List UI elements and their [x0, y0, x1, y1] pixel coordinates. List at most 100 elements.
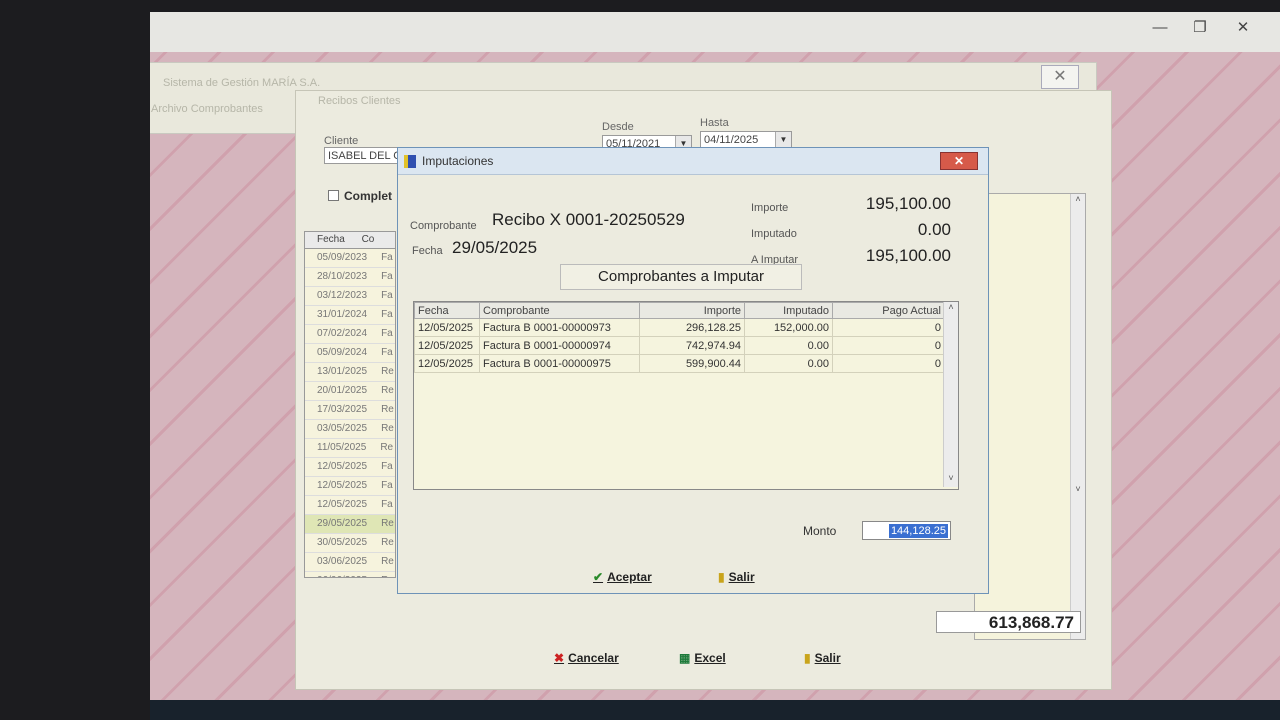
table-row[interactable]: 31/01/2024 Fa — [305, 306, 395, 325]
vertical-scrollbar[interactable]: ˄ ˅ — [1070, 194, 1085, 639]
table-row[interactable]: 30/05/2025 Re — [305, 534, 395, 553]
row-fecha: 12/05/2025 — [317, 499, 368, 510]
app-icon — [404, 155, 416, 168]
row-tipo: Re — [381, 537, 394, 548]
app-close-icon[interactable]: ✕ — [1041, 65, 1079, 89]
restore-icon[interactable]: ❐ — [1185, 18, 1215, 38]
aceptar-button[interactable]: ✔ Aceptar — [593, 570, 652, 584]
hasta-date[interactable]: 04/11/2025 ▼ — [700, 131, 792, 148]
table-row[interactable]: 07/02/2024 Fa — [305, 325, 395, 344]
salir-button[interactable]: ▮ Salir — [804, 651, 841, 665]
row-fecha: 05/09/2023 — [317, 252, 368, 263]
importe-value: 195,100.00 — [865, 194, 951, 213]
scroll-up-icon[interactable]: ˄ — [944, 302, 958, 316]
fecha-label: Fecha — [412, 245, 443, 257]
excel-button[interactable]: ▦ Excel — [679, 651, 726, 665]
importe-label: Importe — [751, 202, 789, 214]
row-tipo: Re — [381, 404, 394, 415]
monto-value: 144,128.25 — [888, 524, 948, 538]
monto-input[interactable]: 144,128.25 — [862, 521, 951, 540]
cell-pago[interactable]: 0 — [832, 318, 945, 337]
col-pago-actual[interactable]: Pago Actual — [832, 302, 945, 319]
table-row[interactable]: 11/05/2025 Re — [305, 439, 395, 458]
imputado-value: 0.00 — [917, 220, 951, 239]
col-imputado[interactable]: Imputado — [744, 302, 833, 319]
imputaciones-dialog: Imputaciones ✕ Comprobante Recibo X 0001… — [397, 147, 989, 594]
completo-checkbox[interactable]: Complet — [328, 189, 392, 203]
cross-icon: ✖ — [554, 651, 565, 665]
minimize-icon[interactable]: — — [1145, 18, 1175, 38]
row-tipo: Re — [381, 366, 394, 377]
grid-scrollbar[interactable]: ˄ ˅ — [943, 302, 958, 487]
close-icon[interactable]: ✕ — [1228, 18, 1258, 38]
cancelar-button[interactable]: ✖ Cancelar — [554, 651, 619, 665]
col-importe[interactable]: Importe — [639, 302, 745, 319]
completo-label: Complet — [344, 189, 392, 203]
row-fecha: 11/05/2025 — [317, 442, 367, 453]
col-comprobante[interactable]: Comprobante — [479, 302, 640, 319]
table-row[interactable]: 12/05/2025 Fa — [305, 458, 395, 477]
table-row[interactable]: 29/05/2025 Re — [305, 515, 395, 534]
row-fecha: 07/02/2024 — [317, 328, 368, 339]
outer-titlebar: — ❐ ✕ — [150, 12, 1280, 52]
row-fecha: 30/05/2025 — [317, 537, 368, 548]
row-tipo: Fa — [381, 347, 393, 358]
row-fecha: 03/12/2023 — [317, 290, 368, 301]
table-row[interactable]: 12/05/2025 Factura B 0001-00000974 742,974… — [414, 336, 945, 355]
table-row[interactable]: 28/10/2023 Fa — [305, 268, 395, 287]
a-imputar-value: 195,100.00 — [865, 246, 951, 265]
col-fecha[interactable]: Fecha — [414, 302, 480, 319]
app-title: Sistema de Gestión MARÍA S.A. — [163, 77, 321, 89]
monto-label: Monto — [803, 524, 837, 538]
cell-fecha: 12/05/2025 — [414, 336, 480, 355]
row-fecha: 03/06/2025 — [317, 556, 368, 567]
taskbar — [150, 700, 1280, 720]
table-row[interactable]: 05/09/2023 Fa — [305, 249, 395, 268]
close-icon[interactable]: ✕ — [940, 152, 978, 170]
cell-comprobante: Factura B 0001-00000975 — [479, 354, 640, 373]
cell-imputado: 152,000.00 — [744, 318, 833, 337]
cell-comprobante: Factura B 0001-00000973 — [479, 318, 640, 337]
row-tipo: Re — [380, 442, 394, 453]
row-fecha: 05/09/2024 — [317, 347, 368, 358]
table-row[interactable]: 17/03/2025 Re — [305, 401, 395, 420]
table-row[interactable]: 03/05/2025 Re — [305, 420, 395, 439]
hasta-label: Hasta — [700, 117, 729, 129]
dialog-salir-button[interactable]: ▮ Salir — [718, 570, 755, 584]
table-row[interactable]: 12/05/2025 Fa — [305, 496, 395, 515]
checkbox-box[interactable] — [328, 190, 339, 201]
table-row[interactable]: 20/01/2025 Re — [305, 382, 395, 401]
chevron-down-icon[interactable]: ▼ — [775, 132, 791, 147]
comprobante-value: Recibo X 0001-20250529 — [492, 210, 685, 229]
cell-imputado: 0.00 — [744, 354, 833, 373]
row-tipo: Fa — [381, 499, 393, 510]
table-row[interactable]: 12/05/2025 Factura B 0001-00000975 599,900… — [414, 354, 945, 373]
col-fecha-header: Fecha — [317, 234, 345, 245]
detail-panel: ˄ ˅ — [974, 193, 1086, 640]
scroll-down-icon[interactable]: ˅ — [944, 473, 958, 487]
hasta-value: 04/11/2025 — [704, 134, 759, 146]
fecha-value: 29/05/2025 — [452, 238, 538, 257]
row-tipo: Fa — [381, 328, 393, 339]
table-row[interactable]: 03/06/2025 Re — [305, 553, 395, 572]
cancelar-label: Cancelar — [568, 651, 619, 665]
imputaciones-table: Fecha Comprobante Importe Imputado Pago … — [414, 302, 945, 373]
imputaciones-grid[interactable]: Fecha Comprobante Importe Imputado Pago … — [413, 301, 959, 490]
cell-pago[interactable]: 0 — [832, 354, 945, 373]
dialog-salir-label: Salir — [728, 570, 755, 584]
table-row[interactable]: 12/05/2025 Fa — [305, 477, 395, 496]
table-row[interactable]: 05/09/2024 Fa — [305, 344, 395, 363]
table-row[interactable]: 03/12/2023 Fa — [305, 287, 395, 306]
row-fecha: 13/01/2025 — [317, 366, 368, 377]
cell-pago[interactable]: 0 — [832, 336, 945, 355]
table-row[interactable]: 06/06/2025 Re — [305, 572, 395, 577]
app-menu-bar[interactable]: Archivo Comprobantes — [151, 103, 263, 115]
row-tipo: Fa — [381, 309, 393, 320]
cliente-label: Cliente — [324, 135, 359, 147]
table-row[interactable]: 13/01/2025 Re — [305, 363, 395, 382]
row-tipo: Re — [381, 385, 394, 396]
row-tipo: Re — [381, 518, 394, 529]
table-row[interactable]: 12/05/2025 Factura B 0001-00000973 296,128… — [414, 318, 945, 337]
salir-label: Salir — [814, 651, 841, 665]
recibos-grid[interactable]: Fecha Co 05/09/2023 Fa 28/10/2023 Fa 03/12/2… — [304, 231, 396, 578]
